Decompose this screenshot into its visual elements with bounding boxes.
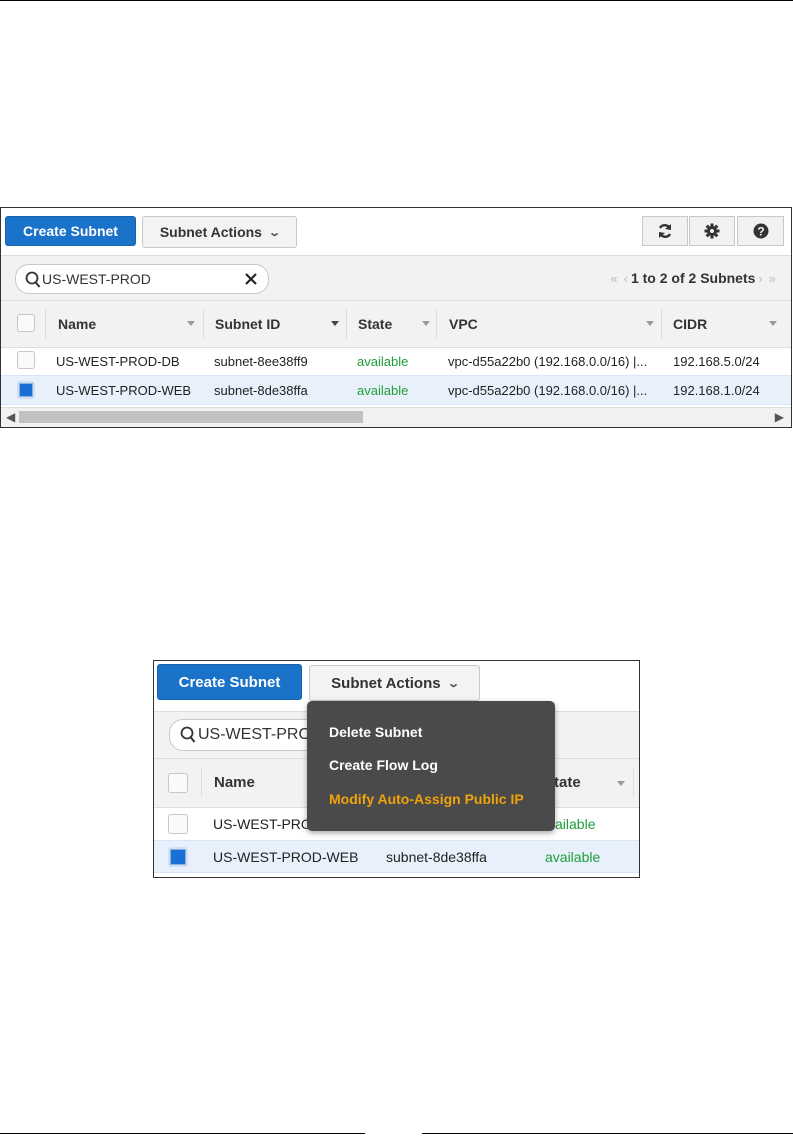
prev-page-icon[interactable]: ‹ — [624, 271, 628, 286]
column-subnet-id[interactable]: Subnet ID — [215, 316, 280, 332]
help-button[interactable]: ? — [737, 216, 784, 246]
close-icon[interactable] — [242, 270, 260, 288]
scroll-left-icon[interactable]: ◀ — [6, 410, 15, 424]
sort-caret-icon[interactable] — [422, 321, 430, 326]
column-vpc[interactable]: VPC — [449, 316, 478, 332]
footer-rule-right — [422, 1133, 793, 1134]
help-icon: ? — [753, 223, 768, 239]
subnet-actions-button[interactable]: Subnet Actions ⌄ — [142, 216, 297, 248]
menu-item-modify-auto-assign-ip[interactable]: Modify Auto-Assign Public IP — [329, 791, 524, 807]
column-name[interactable]: Name — [58, 316, 96, 332]
subnet-actions-button[interactable]: Subnet Actions ⌄ — [309, 665, 480, 701]
refresh-icon — [658, 224, 672, 238]
table-header: Name Subnet ID State VPC CIDR — [1, 300, 791, 348]
row-cidr: 192.168.1.0/24 — [673, 383, 760, 398]
search-value: US-WEST-PROD — [198, 726, 323, 743]
menu-item-delete-subnet[interactable]: Delete Subnet — [329, 724, 422, 740]
sort-caret-icon[interactable] — [769, 321, 777, 326]
sort-caret-icon[interactable] — [331, 321, 339, 326]
row-checkbox-checked[interactable] — [168, 847, 188, 867]
next-page-icon[interactable]: › — [758, 271, 762, 286]
pagination: « ‹ 1 to 2 of 2 Subnets › » — [607, 270, 779, 286]
create-subnet-button[interactable]: Create Subnet — [5, 216, 136, 246]
row-name: US-WEST-PRO — [213, 816, 312, 832]
row-state: available — [357, 383, 409, 398]
column-divider — [201, 767, 202, 797]
top-rule — [0, 0, 793, 1]
row-name: US-WEST-PROD-DB — [56, 354, 180, 369]
create-subnet-label: Create Subnet — [23, 223, 118, 239]
row-state: available — [357, 354, 409, 369]
scroll-right-icon[interactable]: ▶ — [775, 410, 784, 424]
column-divider — [436, 309, 437, 339]
column-divider — [633, 767, 634, 797]
row-subnet-id: subnet-8ee38ff9 — [214, 354, 308, 369]
row-name: US-WEST-PROD-WEB — [56, 383, 192, 398]
table-row[interactable]: US-WEST-PROD-DB subnet-8ee38ff9 availabl… — [1, 348, 791, 375]
column-name[interactable]: Name — [214, 774, 255, 791]
column-divider — [346, 309, 347, 339]
column-divider — [203, 309, 204, 339]
refresh-button[interactable] — [642, 216, 688, 246]
gear-icon — [704, 223, 720, 239]
row-vpc: vpc-d55a22b0 (192.168.0.0/16) |... — [448, 383, 648, 398]
subnet-actions-label: Subnet Actions — [331, 674, 441, 692]
subnet-actions-menu: Delete Subnet Create Flow Log Modify Aut… — [307, 701, 555, 831]
horizontal-scrollbar[interactable]: ◀ ▶ — [1, 407, 791, 427]
column-state[interactable]: tate — [554, 774, 581, 791]
sort-caret-icon[interactable] — [617, 781, 625, 786]
row-checkbox-checked[interactable] — [17, 381, 35, 399]
create-subnet-button[interactable]: Create Subnet — [157, 664, 302, 700]
chevron-down-icon: ⌄ — [446, 677, 460, 690]
row-state: available — [545, 849, 601, 865]
row-subnet-id: subnet-8de38ffa — [214, 383, 308, 398]
search-bar: US-WEST-PROD « ‹ 1 to 2 of 2 Subnets › » — [1, 255, 791, 300]
search-icon — [25, 271, 41, 288]
subnets-panel: Create Subnet Subnet Actions ⌄ ? US-WEST… — [0, 207, 792, 428]
sort-caret-icon[interactable] — [187, 321, 195, 326]
search-input[interactable]: US-WEST-PROD — [15, 264, 269, 294]
search-value: US-WEST-PROD — [42, 271, 151, 287]
scrollbar-thumb[interactable] — [19, 411, 363, 423]
row-cidr: 192.168.5.0/24 — [673, 354, 760, 369]
subnet-actions-label: Subnet Actions — [159, 224, 262, 240]
first-page-icon[interactable]: « — [610, 271, 617, 286]
select-all-checkbox[interactable] — [17, 314, 35, 332]
column-divider — [661, 309, 662, 339]
sort-caret-icon[interactable] — [646, 321, 654, 326]
column-cidr[interactable]: CIDR — [673, 316, 707, 332]
toolbar: Create Subnet Subnet Actions ⌄ ? — [1, 208, 791, 254]
table-row-selected[interactable]: US-WEST-PROD-WEB subnet-8de38ffa availab… — [154, 840, 639, 873]
chevron-down-icon: ⌄ — [268, 226, 282, 239]
column-divider — [45, 309, 46, 339]
table-row-selected[interactable]: US-WEST-PROD-WEB subnet-8de38ffa availab… — [1, 375, 791, 405]
settings-button[interactable] — [689, 216, 735, 246]
row-vpc: vpc-d55a22b0 (192.168.0.0/16) |... — [448, 354, 648, 369]
row-checkbox[interactable] — [17, 351, 35, 369]
create-subnet-label: Create Subnet — [178, 673, 281, 691]
column-state[interactable]: State — [358, 316, 392, 332]
menu-item-create-flow-log[interactable]: Create Flow Log — [329, 757, 438, 773]
svg-text:?: ? — [757, 225, 764, 239]
footer-rule-left — [0, 1133, 365, 1134]
row-name: US-WEST-PROD-WEB — [213, 849, 359, 865]
pagination-text: 1 to 2 of 2 Subnets — [630, 270, 756, 286]
row-subnet-id: subnet-8de38ffa — [386, 849, 487, 865]
row-checkbox[interactable] — [168, 814, 188, 834]
search-icon — [180, 726, 196, 743]
last-page-icon[interactable]: » — [769, 271, 776, 286]
row-state: vailable — [548, 816, 596, 832]
select-all-checkbox[interactable] — [168, 773, 188, 793]
